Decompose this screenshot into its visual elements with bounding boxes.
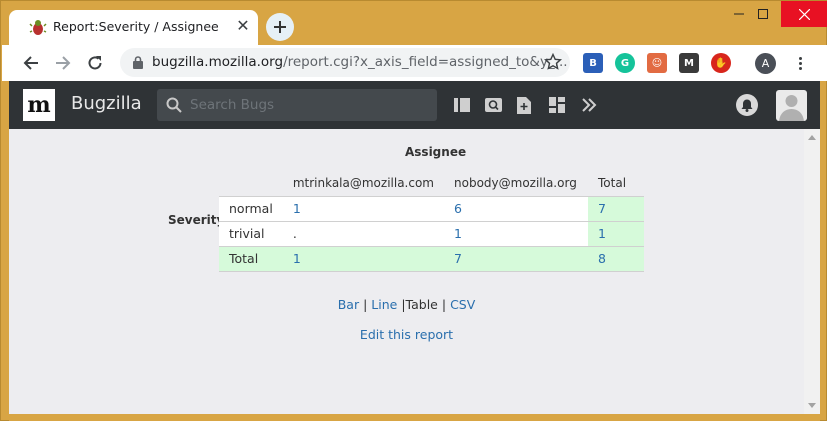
- table-cell: 1: [283, 196, 444, 221]
- table-row: trivial . 1 1: [219, 221, 644, 246]
- reload-icon: [88, 56, 102, 70]
- extension-hand-icon[interactable]: ✋: [711, 53, 731, 73]
- total-row: Total 1 7 8: [219, 246, 644, 271]
- table-format-label: Table: [405, 297, 438, 312]
- mozilla-logo[interactable]: m: [23, 89, 55, 121]
- separator: |: [363, 297, 368, 312]
- row-label: Total: [229, 251, 259, 266]
- header-corner: [219, 171, 283, 197]
- search-bugs-input[interactable]: Search Bugs: [157, 89, 437, 121]
- row-label: trivial: [229, 226, 265, 241]
- count-link[interactable]: 1: [293, 201, 301, 216]
- maximize-button[interactable]: [746, 1, 780, 27]
- back-button[interactable]: [19, 51, 43, 75]
- sidebar-icon[interactable]: [453, 96, 471, 114]
- report-table: mtrinkala@mozilla.com nobody@mozilla.org…: [219, 171, 644, 272]
- extension-3-icon[interactable]: ☺: [647, 53, 667, 73]
- tab-title: Report:Severity / Assignee: [53, 19, 219, 34]
- arrow-left-icon: [23, 56, 38, 70]
- reload-button[interactable]: [83, 51, 107, 75]
- search-icon: [166, 97, 182, 113]
- table-cell: 6: [444, 196, 588, 221]
- dashboard-icon[interactable]: [548, 96, 566, 114]
- browser-tab[interactable]: Report:Severity / Assignee ✕: [9, 10, 258, 45]
- tab-close-icon[interactable]: ✕: [235, 18, 251, 34]
- arrow-right-icon: [56, 56, 71, 70]
- column-header: mtrinkala@mozilla.com: [282, 171, 444, 197]
- new-bug-icon[interactable]: [515, 96, 533, 114]
- extension-m-icon[interactable]: M: [679, 53, 699, 73]
- table-cell: 7: [444, 246, 588, 271]
- count-link[interactable]: 7: [598, 201, 606, 216]
- more-icon[interactable]: [580, 96, 598, 114]
- grammarly-icon[interactable]: G: [615, 53, 635, 73]
- url-path: /report.cgi?x_axis_field=assigned_to&y_.…: [283, 54, 568, 70]
- window-close-button[interactable]: [781, 1, 827, 27]
- bug-favicon-icon: [29, 20, 47, 35]
- scroll-down-icon[interactable]: [808, 403, 816, 408]
- address-bar[interactable]: bugzilla.mozilla.org/report.cgi?x_axis_f…: [120, 48, 570, 77]
- minimize-icon: [734, 13, 744, 15]
- plus-icon: [274, 21, 286, 33]
- count-link[interactable]: 7: [454, 251, 462, 266]
- line-format-link[interactable]: Line: [371, 297, 397, 312]
- maximize-icon: [758, 9, 768, 19]
- kebab-menu-icon[interactable]: [790, 53, 810, 73]
- browser-window: Report:Severity / Assignee ✕ bugzilla.mo…: [0, 0, 827, 421]
- search-placeholder: Search Bugs: [190, 97, 275, 113]
- x-axis-title: Assignee: [405, 145, 467, 159]
- edit-report-link[interactable]: Edit this report: [360, 327, 453, 342]
- grand-total-cell: 8: [588, 246, 644, 271]
- lock-icon: [133, 56, 143, 69]
- table-cell: 1: [283, 246, 444, 271]
- bar-format-link[interactable]: Bar: [338, 297, 359, 312]
- new-tab-button[interactable]: [266, 13, 294, 41]
- edit-report-container: Edit this report: [9, 327, 804, 342]
- row-label: normal: [229, 201, 273, 216]
- close-icon: [798, 8, 810, 20]
- table-row: normal 1 6 7: [219, 196, 644, 221]
- table-cell-empty: .: [292, 226, 297, 241]
- count-link[interactable]: 6: [454, 201, 462, 216]
- title-bar: Report:Severity / Assignee ✕: [1, 1, 827, 45]
- row-total-cell: 7: [588, 196, 644, 221]
- table-header-row: mtrinkala@mozilla.com nobody@mozilla.org…: [219, 171, 644, 197]
- bugzilla-header: m Bugzilla Search Bugs: [9, 81, 820, 129]
- url-text: bugzilla.mozilla.org/report.cgi?x_axis_f…: [152, 54, 568, 70]
- format-links: Bar | Line |Table | CSV: [9, 297, 804, 312]
- count-link[interactable]: 1: [598, 226, 606, 241]
- count-link[interactable]: 1: [293, 251, 301, 266]
- bugzilla-title[interactable]: Bugzilla: [71, 93, 142, 114]
- url-host: bugzilla.mozilla.org: [152, 54, 284, 70]
- column-header-total: Total: [588, 171, 644, 197]
- user-avatar[interactable]: [776, 90, 807, 121]
- row-total-cell: 1: [588, 221, 644, 246]
- separator: |: [441, 297, 447, 312]
- count-link[interactable]: 1: [454, 226, 462, 241]
- table-cell: 1: [444, 221, 588, 246]
- count-link[interactable]: 8: [598, 251, 606, 266]
- forward-button[interactable]: [51, 51, 75, 75]
- vertical-scrollbar[interactable]: [804, 129, 820, 414]
- y-axis-title: Severity: [168, 213, 225, 227]
- scroll-up-icon[interactable]: [808, 135, 816, 140]
- csv-format-link[interactable]: CSV: [450, 297, 475, 312]
- profile-avatar[interactable]: A: [755, 53, 776, 74]
- browser-toolbar: bugzilla.mozilla.org/report.cgi?x_axis_f…: [2, 45, 827, 81]
- report-content: Assignee Severity mtrinkala@mozilla.com …: [9, 129, 804, 414]
- notifications-bell-icon[interactable]: [736, 94, 758, 116]
- column-header: nobody@mozilla.org: [444, 171, 588, 197]
- bookmark-star-icon[interactable]: [544, 53, 562, 71]
- extension-1-icon[interactable]: B: [583, 53, 603, 73]
- window-bottom-frame: [9, 414, 820, 421]
- search-saved-icon[interactable]: [484, 96, 502, 114]
